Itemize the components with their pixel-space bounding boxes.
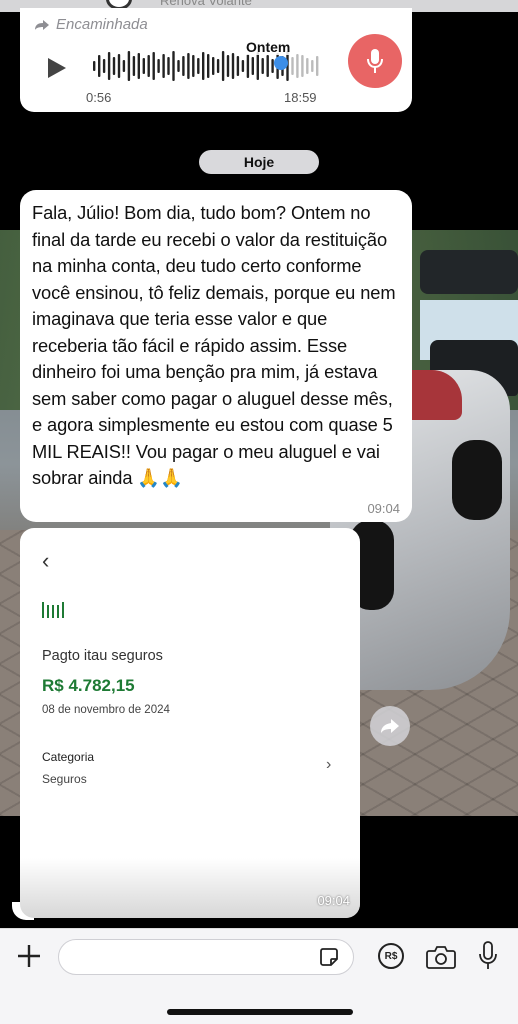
waveform-bar — [231, 53, 235, 79]
plus-icon[interactable] — [16, 943, 42, 969]
forwarded-indicator: Encaminhada — [34, 16, 148, 33]
share-forward-icon[interactable] — [370, 706, 410, 746]
waveform-bar — [251, 57, 254, 75]
waveform-bar — [122, 60, 126, 72]
photo-suv-top — [420, 250, 518, 294]
bank-logo-icon — [42, 602, 64, 618]
microphone-icon — [367, 49, 383, 73]
camera-icon[interactable] — [426, 945, 456, 969]
receipt-title: Pagto itau seguros — [42, 648, 163, 664]
receipt-amount: R$ 4.782,15 — [42, 676, 135, 695]
waveform-bar — [157, 59, 160, 73]
forwarded-label: Encaminhada — [56, 16, 148, 33]
waveform-bar — [107, 52, 111, 80]
waveform-bar — [98, 55, 101, 77]
waveform-bar — [93, 61, 96, 71]
audio-duration: 0:56 — [86, 90, 112, 105]
day-label: Ontem — [242, 39, 295, 55]
message-time: 18:59 — [284, 90, 317, 105]
waveform-bar — [236, 56, 240, 76]
image-bottom-shade — [20, 858, 360, 918]
waveform-bar — [102, 59, 106, 73]
voice-note-badge — [348, 34, 402, 88]
mic-icon[interactable] — [478, 941, 498, 971]
play-icon[interactable] — [48, 58, 66, 78]
waveform-bar — [172, 51, 175, 81]
waveform-bar — [291, 57, 294, 75]
waveform-bar — [266, 55, 269, 77]
home-indicator — [167, 1009, 353, 1015]
category-value: Seguros — [42, 772, 87, 786]
waveform-bar — [162, 54, 165, 78]
waveform-bar — [147, 55, 150, 77]
waveform-bar — [306, 58, 309, 74]
waveform-bar — [197, 58, 200, 74]
waveform-bar — [187, 53, 190, 79]
waveform-bar — [216, 59, 220, 73]
back-chevron-icon: ‹ — [42, 548, 50, 573]
message-time: 09:04 — [317, 893, 350, 908]
waveform-bar — [182, 56, 185, 76]
waveform-bar — [261, 58, 264, 74]
category-label: Categoria — [42, 750, 95, 764]
waveform-bar — [241, 60, 245, 72]
waveform-bar — [202, 52, 205, 80]
sticker-icon[interactable] — [318, 946, 340, 968]
receipt-date: 08 de novembro de 2024 — [42, 704, 170, 716]
waveform-bar — [177, 60, 180, 72]
receipt-image-message[interactable]: ‹ Pagto itau seguros R$ 4.782,15 08 de n… — [20, 528, 360, 918]
waveform-bar — [142, 58, 145, 74]
message-composer: R$ — [0, 928, 518, 1024]
text-message-bubble[interactable]: Fala, Júlio! Bom dia, tudo bom? Ontem no… — [20, 190, 412, 522]
waveform-bar — [137, 53, 140, 79]
waveform-bar — [112, 57, 116, 75]
waveform-bar — [311, 60, 314, 72]
waveform-bar — [117, 54, 121, 78]
waveform-bar — [256, 52, 259, 80]
waveform-bar — [246, 54, 250, 78]
message-time: 09:04 — [367, 501, 400, 516]
photo-car-wheel — [452, 440, 502, 520]
forward-arrow-icon — [35, 19, 49, 30]
waveform-bar — [127, 51, 131, 81]
waveform-bar — [296, 54, 299, 78]
message-input[interactable] — [58, 939, 354, 975]
audio-progress-handle[interactable] — [274, 56, 288, 70]
waveform-bar — [152, 52, 155, 80]
waveform-bar — [132, 56, 136, 76]
waveform-bar — [207, 54, 210, 78]
waveform-bar — [212, 57, 215, 75]
audio-message-bubble[interactable]: Encaminhada Ontem 0:56 18:59 — [20, 8, 412, 112]
contact-name: Renova Volante — [160, 0, 252, 8]
waveform-bar — [167, 57, 170, 75]
pix-icon[interactable]: R$ — [378, 943, 404, 969]
date-separator: Hoje — [199, 150, 319, 174]
waveform-bar — [192, 55, 195, 77]
chevron-right-icon: › — [326, 756, 332, 773]
waveform-bar — [301, 55, 304, 77]
message-text: Fala, Júlio! Bom dia, tudo bom? Ontem no… — [32, 202, 396, 488]
waveform-bar — [316, 56, 319, 76]
waveform-bar — [221, 51, 225, 81]
forward-arrow-glyph — [381, 719, 399, 733]
waveform-bar — [226, 55, 230, 77]
